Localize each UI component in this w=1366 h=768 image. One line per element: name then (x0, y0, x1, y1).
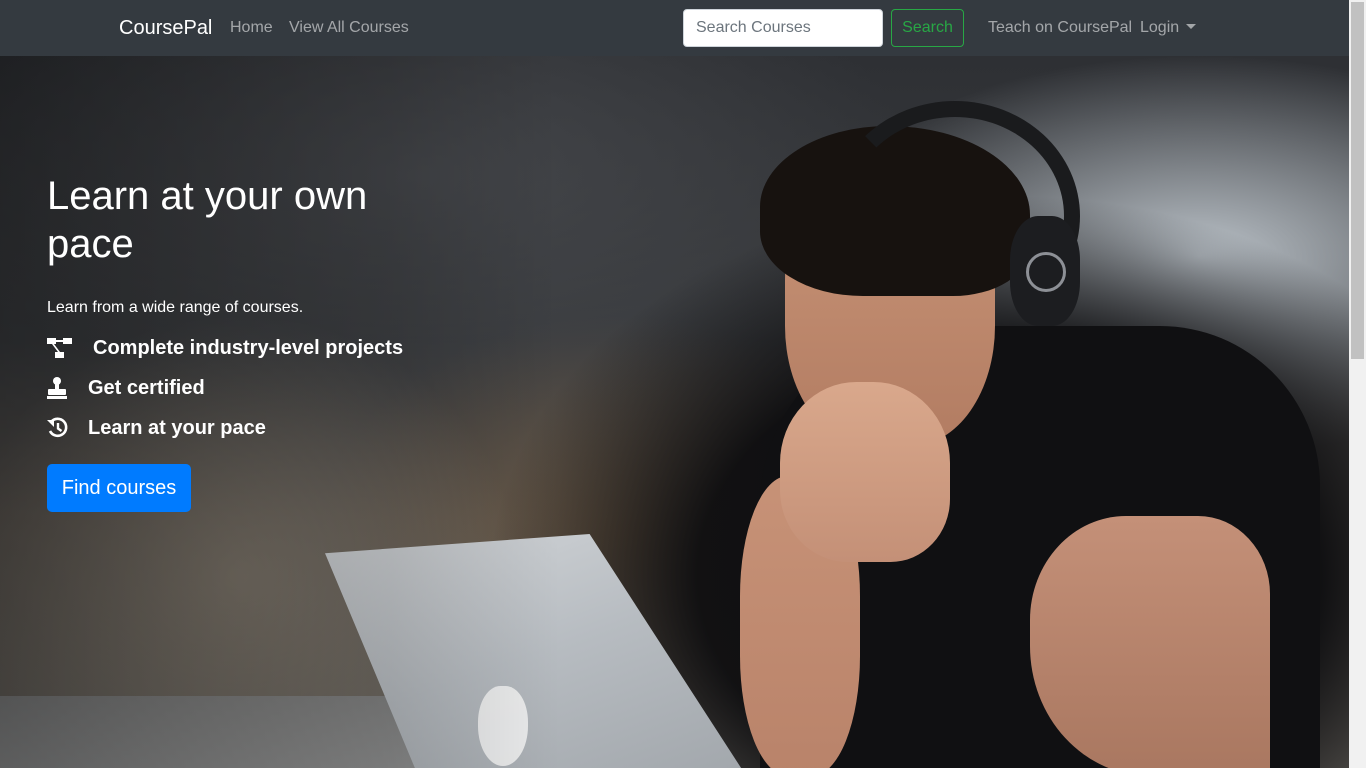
hero-title: Learn at your own pace (47, 174, 368, 266)
brand-logo[interactable]: CoursePal (119, 16, 212, 40)
login-label: Login (1140, 19, 1180, 36)
nav-teach-link[interactable]: Teach on CoursePal (988, 18, 1132, 38)
page-scrollbar[interactable] (1349, 0, 1366, 768)
headphones-logo (1026, 252, 1066, 292)
search-input[interactable] (683, 9, 883, 47)
search-button[interactable]: Search (891, 9, 964, 47)
feature-item: Get certified (47, 376, 205, 400)
person-hands (780, 382, 950, 562)
person-arm (1030, 516, 1270, 768)
history-icon (47, 416, 88, 440)
feature-label: Learn at your pace (88, 416, 266, 439)
hero-subtitle: Learn from a wide range of courses. (47, 299, 304, 316)
nav-all-courses-link[interactable]: View All Courses (289, 18, 409, 38)
find-courses-button[interactable]: Find courses (47, 464, 191, 512)
caret-down-icon (1186, 24, 1197, 29)
nav-home-link[interactable]: Home (230, 18, 273, 38)
hero-section: Learn at your own pace Learn from a wide… (0, 56, 1349, 768)
navbar: CoursePal Home View All Courses Search T… (0, 0, 1349, 56)
feature-label: Complete industry-level projects (93, 336, 404, 359)
login-dropdown[interactable]: Login (1140, 18, 1197, 38)
scrollbar-thumb[interactable] (1351, 2, 1364, 359)
feature-item: Learn at your pace (47, 416, 266, 440)
project-diagram-icon (47, 336, 93, 360)
feature-label: Get certified (88, 376, 205, 399)
text-overlay-shade (0, 56, 560, 768)
stamp-icon (47, 376, 88, 400)
feature-item: Complete industry-level projects (47, 336, 403, 360)
